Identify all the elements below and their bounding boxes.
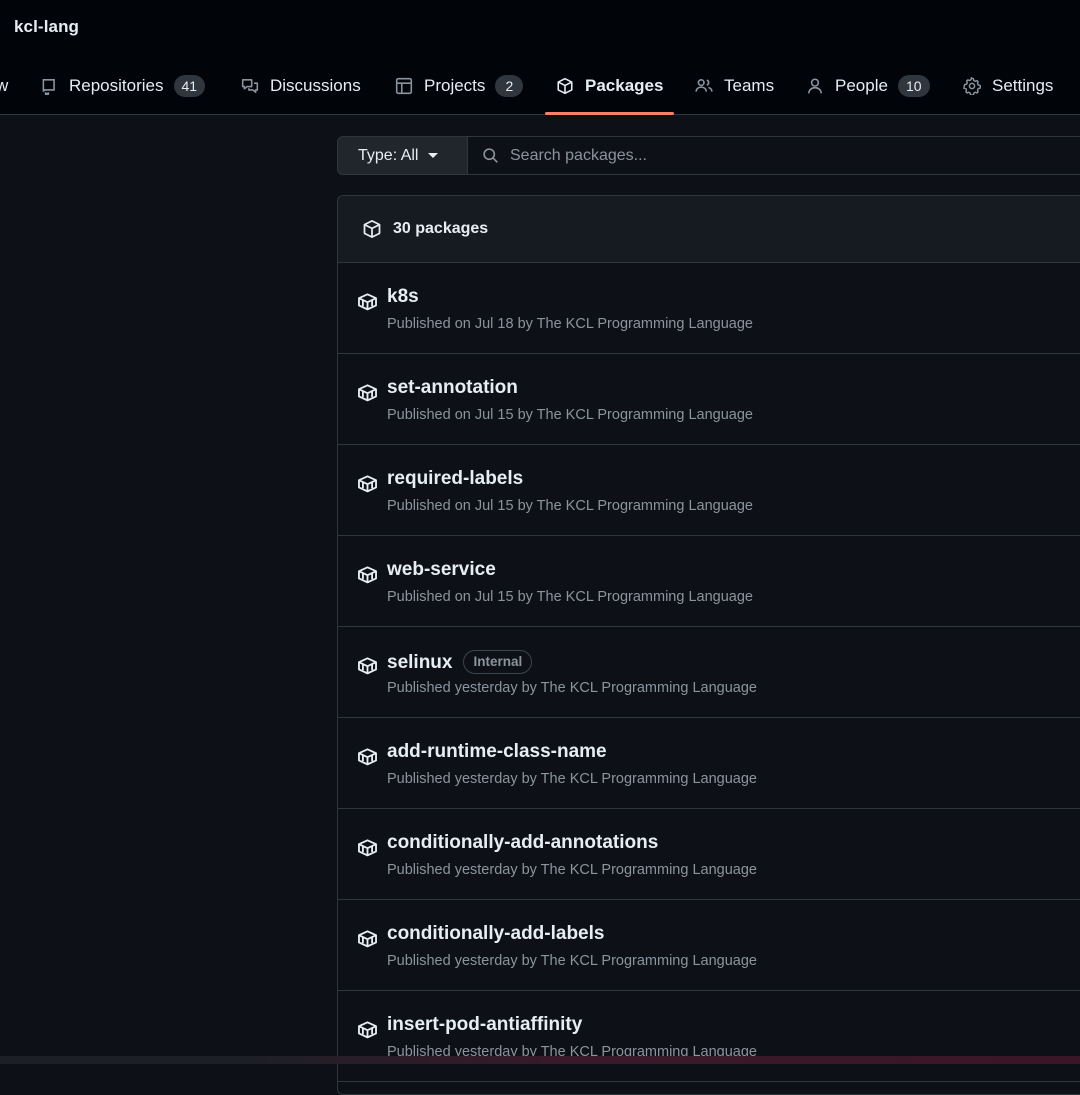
list-item: conditionally-add-annotations Published … xyxy=(338,809,1080,900)
type-filter-button[interactable]: Type: All xyxy=(337,136,468,175)
package-name-link[interactable]: conditionally-add-labels xyxy=(387,923,604,945)
package-meta: Published yesterday by The KCL Programmi… xyxy=(387,771,757,787)
tab-settings[interactable]: Settings xyxy=(963,68,1053,114)
tab-people[interactable]: People 10 xyxy=(806,68,930,114)
container-package-icon xyxy=(358,657,377,675)
org-header: kcl-lang w Repositories 41 Discussions P… xyxy=(0,0,1080,115)
bottom-edge-glow xyxy=(230,1056,1080,1064)
package-meta: Published on Jul 18 by The KCL Programmi… xyxy=(387,316,753,332)
person-icon xyxy=(806,77,824,95)
tab-teams-label: Teams xyxy=(724,76,775,95)
people-icon xyxy=(695,77,713,95)
package-meta: Published yesterday by The KCL Programmi… xyxy=(387,862,757,878)
tab-overview[interactable]: w xyxy=(0,68,8,114)
list-item: conditionally-add-labels Published yeste… xyxy=(338,900,1080,991)
org-name[interactable]: kcl-lang xyxy=(14,17,79,37)
container-package-icon xyxy=(358,839,377,857)
tab-settings-label: Settings xyxy=(992,76,1054,95)
container-package-icon xyxy=(358,293,377,311)
tab-teams[interactable]: Teams xyxy=(695,68,774,114)
tab-people-label: People xyxy=(835,76,888,95)
tab-discussions[interactable]: Discussions xyxy=(241,68,361,114)
tab-discussions-label: Discussions xyxy=(270,76,361,95)
search-packages-box xyxy=(467,136,1080,175)
container-package-icon xyxy=(358,384,377,402)
package-meta: Published yesterday by The KCL Programmi… xyxy=(387,680,757,696)
package-name-link[interactable]: set-annotation xyxy=(387,377,518,399)
list-item: insert-pod-antiaffinity Published yester… xyxy=(338,991,1080,1082)
window-bottom-edge xyxy=(0,1056,1080,1064)
package-icon xyxy=(363,220,381,238)
repo-icon xyxy=(40,77,58,95)
container-package-icon xyxy=(358,1021,377,1039)
package-name-link[interactable]: required-labels xyxy=(387,468,523,490)
package-name-link[interactable]: selinux Internal xyxy=(387,650,533,674)
people-count: 10 xyxy=(897,75,930,97)
tab-projects[interactable]: Projects 2 xyxy=(395,68,524,114)
tab-repositories[interactable]: Repositories 41 xyxy=(40,68,206,114)
package-name-link[interactable]: k8s xyxy=(387,286,419,308)
org-nav: w Repositories 41 Discussions Projects 2 xyxy=(0,68,1080,115)
package-list-header: 30 packages xyxy=(338,196,1080,263)
container-package-icon xyxy=(358,748,377,766)
projects-count: 2 xyxy=(495,75,524,97)
active-tab-underline xyxy=(545,112,674,115)
tab-repositories-label: Repositories xyxy=(69,76,164,95)
list-item: set-annotation Published on Jul 15 by Th… xyxy=(338,354,1080,445)
list-item: web-service Published on Jul 15 by The K… xyxy=(338,536,1080,627)
container-package-icon xyxy=(358,475,377,493)
tab-projects-label: Projects xyxy=(424,76,486,95)
tab-packages[interactable]: Packages xyxy=(556,68,663,114)
package-name-text: selinux xyxy=(387,652,453,673)
repositories-count: 41 xyxy=(173,75,206,97)
tab-packages-label: Packages xyxy=(585,76,664,95)
project-table-icon xyxy=(395,77,413,95)
package-count: 30 packages xyxy=(393,220,489,237)
tab-overview-label: w xyxy=(0,76,9,95)
container-package-icon xyxy=(358,566,377,584)
list-item: k8s Published on Jul 18 by The KCL Progr… xyxy=(338,263,1080,354)
comment-discussion-icon xyxy=(241,77,259,95)
package-name-link[interactable]: conditionally-add-annotations xyxy=(387,832,658,854)
triangle-down-icon xyxy=(428,153,439,158)
package-icon xyxy=(556,77,574,95)
search-input[interactable] xyxy=(508,145,1072,166)
list-item: add-runtime-class-name Published yesterd… xyxy=(338,718,1080,809)
package-list: 30 packages k8s Published on Jul 18 by T… xyxy=(337,195,1080,1095)
package-meta: Published on Jul 15 by The KCL Programmi… xyxy=(387,589,753,605)
gear-icon xyxy=(963,77,981,95)
package-name-link[interactable]: add-runtime-class-name xyxy=(387,741,607,763)
type-filter-label: Type: All xyxy=(358,146,419,164)
container-package-icon xyxy=(358,930,377,948)
package-filter-bar: Type: All xyxy=(337,136,1080,175)
package-meta: Published yesterday by The KCL Programmi… xyxy=(387,953,757,969)
visibility-badge: Internal xyxy=(463,650,533,674)
package-meta: Published on Jul 15 by The KCL Programmi… xyxy=(387,407,753,423)
search-icon xyxy=(483,148,498,163)
package-meta: Published on Jul 15 by The KCL Programmi… xyxy=(387,498,753,514)
package-name-link[interactable]: insert-pod-antiaffinity xyxy=(387,1014,582,1036)
package-name-link[interactable]: web-service xyxy=(387,559,496,581)
list-item: required-labels Published on Jul 15 by T… xyxy=(338,445,1080,536)
list-item: selinux Internal Published yesterday by T… xyxy=(338,627,1080,718)
